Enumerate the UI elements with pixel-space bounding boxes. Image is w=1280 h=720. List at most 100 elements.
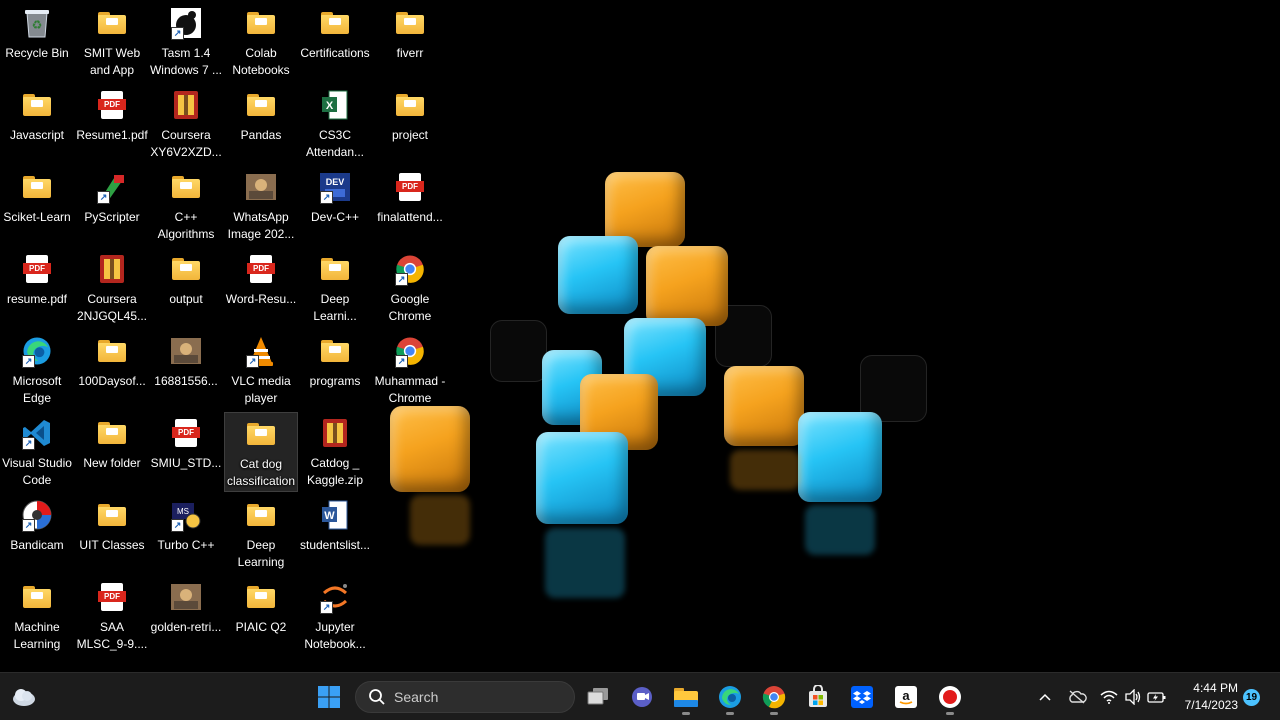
desktop-icon-whatsapp-image-202[interactable]: WhatsApp Image 202... xyxy=(224,166,298,246)
weather-widget-button[interactable] xyxy=(8,681,40,713)
task-view-button[interactable] xyxy=(582,681,614,713)
svg-text:DEV: DEV xyxy=(326,177,345,187)
teams-chat-button[interactable] xyxy=(626,681,658,713)
desktop-icon-catdog-kaggle-zip[interactable]: Catdog _ Kaggle.zip xyxy=(298,412,372,492)
desktop-icon-jupyter-notebook[interactable]: ↗ Jupyter Notebook... xyxy=(298,576,372,656)
folder-icon xyxy=(321,340,349,362)
desktop-icon-deep-learning[interactable]: Deep Learning xyxy=(224,494,298,574)
folder-icon xyxy=(247,12,275,34)
desktop-icon-colab-notebooks[interactable]: Colab Notebooks xyxy=(224,2,298,82)
folder-icon xyxy=(172,176,200,198)
start-button[interactable] xyxy=(313,681,345,713)
folder-icon xyxy=(23,94,51,116)
desktop-icon-javascript[interactable]: Javascript xyxy=(0,84,74,164)
folder-glyph xyxy=(95,6,129,40)
speaker-icon xyxy=(1125,689,1141,705)
desktop-icon-c-algorithms[interactable]: C++ Algorithms xyxy=(149,166,223,246)
file-explorer-button[interactable] xyxy=(670,681,702,715)
desktop-icon-label: SAA MLSC_9-9.... xyxy=(76,620,148,651)
desktop-icon-sciket-learn[interactable]: Sciket-Learn xyxy=(0,166,74,246)
taskbar-clock[interactable]: 4:44 PM 7/14/2023 xyxy=(1170,680,1238,714)
desktop-icon-uit-classes[interactable]: UIT Classes xyxy=(75,494,149,574)
desktop-icon-bandicam[interactable]: ↗ Bandicam xyxy=(0,494,74,574)
desktop-icon-pyscripter[interactable]: ↗ PyScripter xyxy=(75,166,149,246)
desktop[interactable]: ♻ Recycle Bin Javascript Sciket-Learn PDF res… xyxy=(0,0,1280,672)
volume-tray-button[interactable] xyxy=(1122,681,1144,713)
desktop-icon-pandas[interactable]: Pandas xyxy=(224,84,298,164)
edge-taskbar-button[interactable] xyxy=(714,681,746,715)
pdf-glyph: PDF xyxy=(95,580,129,614)
desktop-icon-fiverr[interactable]: fiverr xyxy=(373,2,447,82)
folder-glyph xyxy=(244,88,278,122)
taskbar-search[interactable] xyxy=(355,681,575,713)
desktop-icon-microsoft-edge[interactable]: ↗ Microsoft Edge xyxy=(0,330,74,410)
svg-text:X: X xyxy=(326,100,334,112)
desktop-icon-cs3c-attendan[interactable]: X CS3C Attendan... xyxy=(298,84,372,164)
dropbox-button[interactable] xyxy=(846,681,878,713)
onedrive-offline-icon xyxy=(1069,690,1087,704)
image-glyph xyxy=(244,170,278,204)
desktop-icon-project[interactable]: project xyxy=(373,84,447,164)
archive-glyph xyxy=(318,416,352,450)
desktop-icon-visual-studio-code[interactable]: ↗ Visual Studio Code xyxy=(0,412,74,492)
folder-icon xyxy=(98,12,126,34)
desktop-icon-saa-mlsc-9-9[interactable]: PDF SAA MLSC_9-9.... xyxy=(75,576,149,656)
vscode-glyph: ↗ xyxy=(20,416,54,450)
tasm-glyph: ↗ xyxy=(169,6,203,40)
onedrive-tray-button[interactable] xyxy=(1066,681,1088,713)
desktop-icon-new-folder[interactable]: New folder xyxy=(75,412,149,492)
search-input[interactable] xyxy=(392,688,556,706)
desktop-icon-coursera-xy6v2xzd[interactable]: Coursera XY6V2XZD... xyxy=(149,84,223,164)
desktop-icon-tasm-1-4-windows-7[interactable]: ↗ Tasm 1.4 Windows 7 ... xyxy=(149,2,223,82)
notification-badge[interactable]: 19 xyxy=(1243,689,1260,706)
desktop-icon-resume-pdf[interactable]: PDF resume.pdf xyxy=(0,248,74,328)
show-hidden-icons-button[interactable] xyxy=(1034,681,1056,713)
desktop-icon-muhammad-chrome[interactable]: ↗ Muhammad - Chrome xyxy=(373,330,447,410)
desktop-icon-recycle-bin[interactable]: ♻ Recycle Bin xyxy=(0,2,74,82)
desktop-icon-studentslist[interactable]: Wstudentslist... xyxy=(298,494,372,574)
desktop-icon-vlc-media-player[interactable]: ↗ VLC media player xyxy=(224,330,298,410)
desktop-icon-coursera-2njgql45[interactable]: Coursera 2NJGQL45... xyxy=(75,248,149,328)
desktop-icon-smit-web-and-app[interactable]: SMIT Web and App xyxy=(75,2,149,82)
chrome-taskbar-button[interactable] xyxy=(758,681,790,715)
desktop-icon-finalattend[interactable]: PDF finalattend... xyxy=(373,166,447,246)
recycle-glyph: ♻ xyxy=(20,6,54,40)
desktop-icon-certifications[interactable]: Certifications xyxy=(298,2,372,82)
desktop-icon-programs[interactable]: programs xyxy=(298,330,372,410)
battery-tray-button[interactable] xyxy=(1146,681,1168,713)
shortcut-arrow-icon: ↗ xyxy=(320,601,333,614)
shortcut-arrow-icon: ↗ xyxy=(171,519,184,532)
wifi-tray-button[interactable] xyxy=(1098,681,1120,713)
desktop-icon-label: Cat dog classification xyxy=(226,457,296,488)
desktop-icon-turbo-c[interactable]: MS ↗ Turbo C++ xyxy=(149,494,223,574)
folder-glyph xyxy=(318,334,352,368)
desktop-icon-16881556[interactable]: 16881556... xyxy=(149,330,223,410)
desktop-icon-resume1-pdf[interactable]: PDF Resume1.pdf xyxy=(75,84,149,164)
desktop-icon-machine-learning[interactable]: Machine Learning xyxy=(0,576,74,656)
desktop-icon-golden-retri[interactable]: golden-retri... xyxy=(149,576,223,656)
desktop-icon-output[interactable]: output xyxy=(149,248,223,328)
desktop-icon-cat-dog-classification[interactable]: Cat dog classification xyxy=(224,412,298,492)
folder-glyph xyxy=(393,88,427,122)
desktop-icon-google-chrome[interactable]: ↗ Google Chrome xyxy=(373,248,447,328)
desktop-icon-deep-learni[interactable]: Deep Learni... xyxy=(298,248,372,328)
bandicam-recording-button[interactable] xyxy=(934,681,966,715)
desktop-icon-label: Visual Studio Code xyxy=(2,456,72,487)
desktop-icon-label: Coursera 2NJGQL45... xyxy=(76,292,148,323)
clock-date: 7/14/2023 xyxy=(1184,698,1238,712)
desktop-icon-label: finalattend... xyxy=(377,210,443,224)
desktop-icon-label: Jupyter Notebook... xyxy=(304,620,366,651)
desktop-icon-word-resu[interactable]: PDF Word-Resu... xyxy=(224,248,298,328)
desktop-icon-label: Microsoft Edge xyxy=(12,374,62,405)
microsoft-store-button[interactable] xyxy=(802,681,834,713)
desktop-icon-label: project xyxy=(391,128,429,142)
desktop-icon-label: Bandicam xyxy=(10,538,64,552)
image-file-icon xyxy=(171,338,201,364)
amazon-button[interactable]: a xyxy=(890,681,922,713)
desktop-icon-label: WhatsApp Image 202... xyxy=(227,210,295,241)
desktop-icon-100daysof[interactable]: 100Daysof... xyxy=(75,330,149,410)
desktop-icon-label: 100Daysof... xyxy=(78,374,146,388)
desktop-icon-smiu-std[interactable]: PDF SMIU_STD... xyxy=(149,412,223,492)
desktop-icon-piaic-q2[interactable]: PIAIC Q2 xyxy=(224,576,298,656)
desktop-icon-dev-c[interactable]: DEV ↗ Dev-C++ xyxy=(298,166,372,246)
